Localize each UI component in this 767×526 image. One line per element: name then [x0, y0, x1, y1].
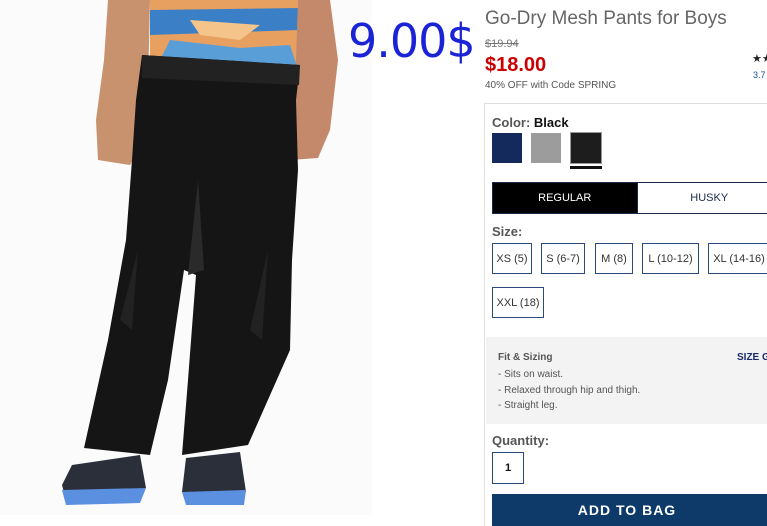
selected-color: Black — [533, 115, 569, 130]
size-button-xs[interactable]: XS (5) — [492, 243, 532, 274]
tab-husky[interactable]: HUSKY — [636, 183, 767, 213]
product-title: Go-Dry Mesh Pants for Boys — [485, 8, 727, 29]
rating-stars[interactable]: ★★ — [752, 52, 767, 65]
divider — [485, 103, 767, 104]
product-photo-illustration — [0, 0, 372, 515]
fit-tabs: REGULAR HUSKY — [492, 182, 767, 214]
original-price: $19.94 — [485, 38, 519, 50]
size-button-s[interactable]: S (6-7) — [541, 243, 585, 274]
swatch-black[interactable] — [570, 132, 602, 164]
size-button-xxl[interactable]: XXL (18) — [492, 287, 544, 318]
size-label: Size: — [492, 224, 523, 239]
overlay-price-note: 9.00$ — [348, 14, 476, 68]
swatch-navy[interactable] — [492, 133, 522, 163]
fit-item: - Sits on waist. — [498, 369, 564, 380]
size-button-xl[interactable]: XL (14-16) — [708, 243, 767, 274]
fit-item: - Relaxed through hip and thigh. — [498, 385, 641, 396]
size-guide-link[interactable]: SIZE G — [737, 352, 767, 363]
quantity-label: Quantity: — [492, 433, 550, 448]
size-button-m[interactable]: M (8) — [595, 243, 633, 274]
panel-border — [484, 103, 485, 526]
color-label-text: Color: — [492, 115, 531, 130]
fit-item: - Straight leg. — [498, 400, 558, 411]
promo-text: 40% OFF with Code SPRING — [485, 80, 617, 91]
swatch-grey[interactable] — [531, 133, 561, 163]
add-to-bag-button[interactable]: ADD TO BAG — [492, 494, 767, 526]
fit-sizing-title: Fit & Sizing — [498, 352, 553, 363]
color-label: Color: Black — [492, 115, 569, 130]
size-button-l[interactable]: L (10-12) — [642, 243, 699, 274]
rating-value[interactable]: 3.7 — [753, 70, 766, 80]
quantity-input[interactable]: 1 — [492, 452, 524, 484]
product-image — [0, 0, 372, 515]
tab-regular[interactable]: REGULAR — [493, 183, 637, 213]
swatch-selected-indicator — [570, 166, 602, 169]
sale-price: $18.00 — [485, 54, 547, 76]
